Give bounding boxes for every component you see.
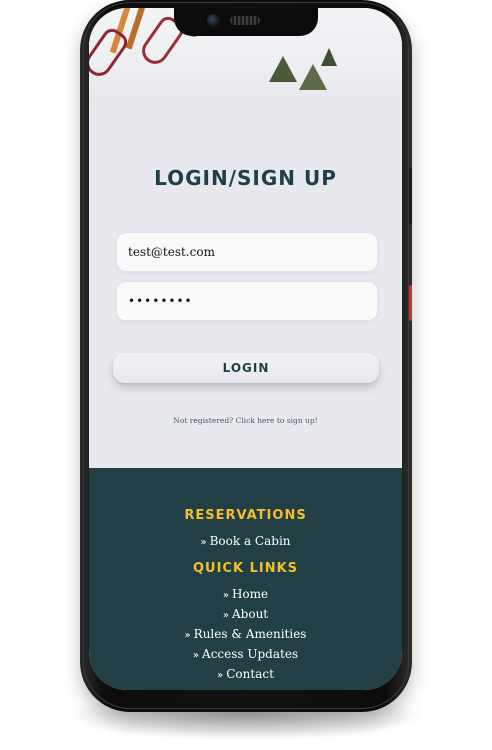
quick-links-heading: QUICK LINKS [192,561,299,576]
page-title: LOGIN/SIGN UP [154,166,337,190]
password-input[interactable] [116,281,378,321]
hero-tree-shape [299,64,327,90]
hero-tree-shape [269,56,297,82]
login-button[interactable]: LOGIN [113,353,379,383]
double-chevron-right-icon: » [217,670,224,681]
footer-link-contact[interactable]: » Contact [89,667,402,681]
hero-tree-shape [321,48,337,66]
footer-link-label: Home [231,587,269,601]
double-chevron-right-icon: » [200,537,207,548]
double-chevron-right-icon: » [222,590,229,601]
footer: RESERVATIONS » Book a Cabin QUICK LINKS »… [89,468,402,690]
hero-snowshoe-shape [89,25,131,81]
email-input[interactable] [116,232,378,272]
volume-button [409,168,412,224]
footer-link-about[interactable]: » About [89,607,402,621]
power-button [409,285,412,321]
footer-link-label: Rules & Amenities [193,627,307,641]
front-camera-icon [207,14,220,27]
footer-link-label: Contact [226,667,274,681]
footer-link-label: Access Updates [202,647,299,661]
footer-link-label: Book a Cabin [209,534,291,548]
footer-link-book-cabin[interactable]: » Book a Cabin [89,534,402,548]
earpiece-speaker [230,16,260,25]
phone-screen: LOGIN/SIGN UP LOGIN Not registered? Clic… [89,8,402,690]
footer-link-access-updates[interactable]: » Access Updates [89,647,402,661]
double-chevron-right-icon: » [222,610,229,621]
footer-link-home[interactable]: » Home [89,587,402,601]
footer-link-rules[interactable]: » Rules & Amenities [89,627,402,641]
footer-link-label: About [232,607,269,621]
signup-link[interactable]: Not registered? Click here to sign up! [89,416,402,425]
reservations-heading: RESERVATIONS [184,508,307,523]
login-section: LOGIN/SIGN UP LOGIN Not registered? Clic… [89,104,402,468]
double-chevron-right-icon: » [184,630,191,641]
double-chevron-right-icon: » [192,650,200,661]
